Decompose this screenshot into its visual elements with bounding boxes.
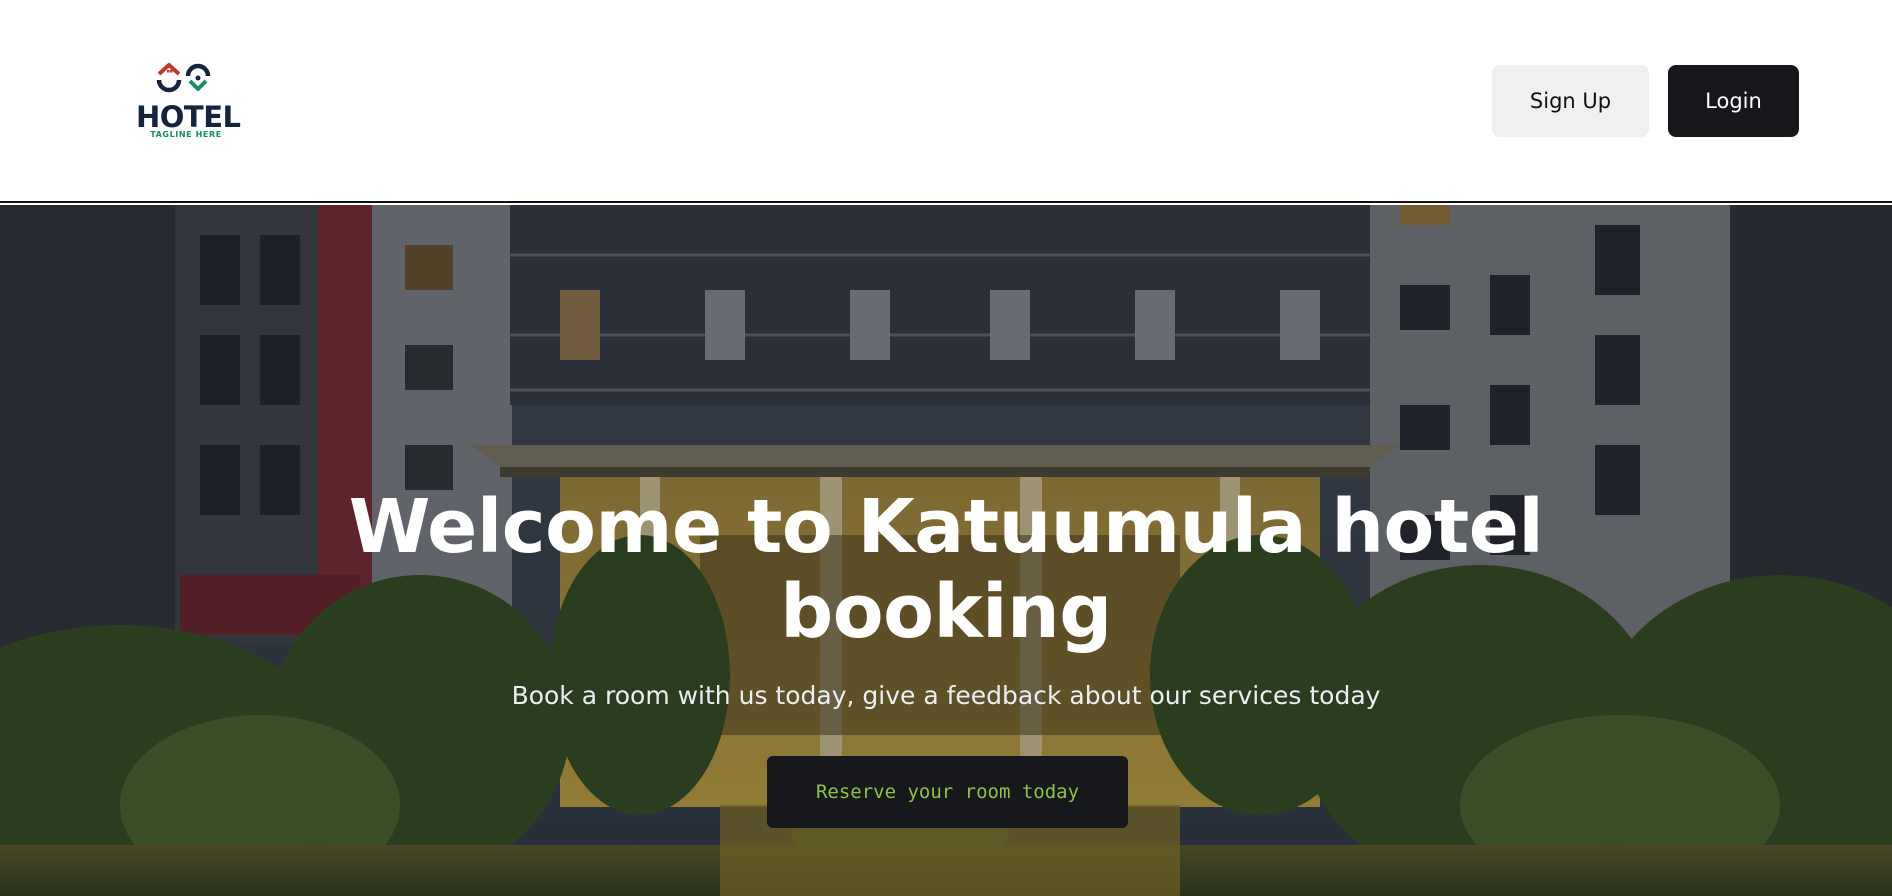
reserve-room-button[interactable]: Reserve your room today — [767, 756, 1128, 828]
hero-subtitle: Book a room with us today, give a feedba… — [511, 681, 1381, 710]
hero-title: Welcome to Katuumula hotel booking — [348, 484, 1544, 655]
hotel-logo-icon — [156, 63, 211, 93]
sign-up-button[interactable]: Sign Up — [1492, 65, 1649, 137]
logo-wordmark: HOTEL — [136, 100, 241, 134]
logo-tagline: TAGLINE HERE — [150, 130, 222, 139]
hotel-logo[interactable]: HOTEL TAGLINE HERE — [136, 58, 241, 142]
hero-section: Welcome to Katuumula hotel booking Book … — [0, 205, 1892, 896]
site-header: HOTEL TAGLINE HERE Sign Up Login — [0, 0, 1892, 203]
login-button[interactable]: Login — [1668, 65, 1799, 137]
